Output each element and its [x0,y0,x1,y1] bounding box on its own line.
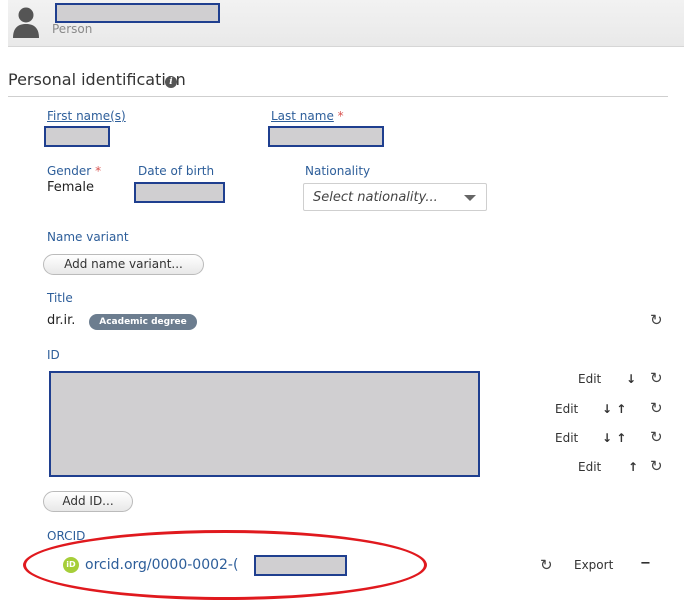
title-value: dr.ir. [47,313,76,328]
last-name-label: Last name * [271,109,344,123]
person-icon [13,7,39,38]
title-label: Title [47,291,73,305]
add-name-variant-button[interactable]: Add name variant... [43,254,204,275]
refresh-icon[interactable]: ↻ [650,399,663,417]
section-divider [8,96,668,97]
chevron-down-icon [464,195,476,201]
date-of-birth-field[interactable] [134,182,225,203]
id-row-4-edit-button[interactable]: Edit [578,460,601,474]
date-of-birth-label: Date of birth [138,164,215,178]
orcid-highlight-ellipse [23,530,427,600]
id-row-4-move-arrows[interactable]: ↑ [628,460,638,474]
first-name-field[interactable] [44,126,110,147]
nationality-placeholder: Select nationality... [313,190,438,205]
id-row-2-edit-button[interactable]: Edit [555,402,578,416]
refresh-icon[interactable]: ↻ [650,311,663,329]
required-asterisk: * [337,109,344,123]
id-row-1-edit-button[interactable]: Edit [578,372,601,386]
nationality-select[interactable]: Select nationality... [303,183,487,211]
id-label: ID [47,348,60,362]
gender-value[interactable]: Female [47,180,94,195]
gender-label: Gender * [47,164,101,178]
remove-button[interactable]: − [640,556,651,571]
first-name-label: First name(s) [47,109,126,123]
id-row-1-move-arrows[interactable]: ↓ [626,372,636,386]
section-title: Personal identification [8,70,186,89]
refresh-icon[interactable]: ↻ [650,428,663,446]
last-name-label-text: Last name [271,109,334,123]
export-button[interactable]: Export [574,558,613,572]
name-variant-label: Name variant [47,230,129,244]
academic-degree-badge: Academic degree [89,314,197,330]
refresh-icon[interactable]: ↻ [650,457,663,475]
id-list-redacted [49,371,480,477]
add-id-button[interactable]: Add ID... [43,491,133,512]
person-subtitle: Person [52,22,93,36]
refresh-icon[interactable]: ↻ [540,556,553,574]
id-row-3-edit-button[interactable]: Edit [555,431,578,445]
id-row-3-move-arrows[interactable]: ↓ ↑ [602,431,626,445]
info-icon[interactable]: i [165,76,177,88]
gender-label-text: Gender [47,164,92,178]
nationality-label: Nationality [305,164,371,178]
id-row-2-move-arrows[interactable]: ↓ ↑ [602,402,626,416]
required-asterisk: * [95,164,102,178]
person-name-redacted [55,3,220,23]
refresh-icon[interactable]: ↻ [650,369,663,387]
last-name-field[interactable] [268,126,384,147]
